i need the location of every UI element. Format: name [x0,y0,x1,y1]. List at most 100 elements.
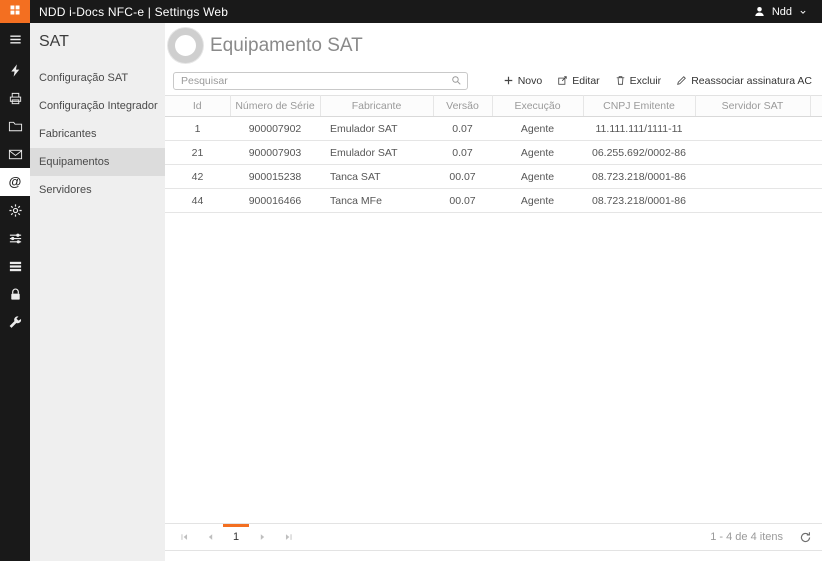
column-header-blank [810,95,822,117]
rail-item-list[interactable] [0,252,30,280]
table-cell: 21 [165,140,230,165]
flash-icon [8,63,23,78]
edit-icon [557,75,568,86]
table-row[interactable]: 44 900016466 Tanca MFe 00.07 Agente 08.723.21… [165,188,822,213]
table-cell: Emulador SAT [320,116,433,141]
search-box [173,71,468,90]
pager: 1 1 - 4 de 4 itens [165,523,822,551]
sidebar-item-fabricantes[interactable]: Fabricantes [30,120,165,148]
table-cell [810,188,822,213]
prev-page-button[interactable] [197,524,223,551]
rail-item-sliders[interactable] [0,224,30,252]
column-header-servidor-sat[interactable]: Servidor SAT [695,95,811,117]
equipment-table: Id Número de Série Fabricante Versão Execuçã… [165,95,822,213]
user-menu[interactable]: Ndd [753,5,822,18]
prev-icon [206,532,215,542]
next-page-button[interactable] [249,524,275,551]
action-label: Novo [517,74,543,87]
plus-icon [503,75,514,86]
table-cell: 11.111.111/1111-11 [583,116,695,141]
table-cell: 900007903 [230,140,320,165]
table-cell: 00.07 [433,164,492,189]
gear-icon [8,203,23,218]
wrench-icon [8,315,23,330]
table-cell: Agente [492,140,583,165]
table-cell: Agente [492,116,583,141]
table-cell [695,188,810,213]
table-cell [695,140,810,165]
printer-icon [8,91,23,106]
table-cell: 900015238 [230,164,320,189]
sidebar-item-configuracao-sat[interactable]: Configuração SAT [30,64,165,92]
action-label: Editar [572,74,600,87]
search-icon [451,75,462,86]
rail-item-wrench[interactable] [0,308,30,336]
refresh-icon [799,531,812,544]
table-row[interactable]: 21 900007903 Emulador SAT 0.07 Agente 06.255.… [165,140,822,165]
seek-last-icon [284,532,293,542]
rail-item-flash[interactable] [0,56,30,84]
table-cell: 0.07 [433,116,492,141]
first-page-button[interactable] [171,524,197,551]
table-cell [695,164,810,189]
page-logo-icon [168,28,203,63]
folder-icon [8,119,23,134]
column-header-execucao[interactable]: Execução [492,95,584,117]
sidebar: SAT Configuração SAT Configuração Integra… [30,23,165,561]
envelope-icon [8,147,23,162]
rail-item-at[interactable]: @ [0,168,30,196]
column-header-fabricante[interactable]: Fabricante [320,95,434,117]
chevron-down-icon [798,7,808,17]
rail-item-menu[interactable] [0,23,30,56]
rail-item-lock[interactable] [0,280,30,308]
rail-item-printer[interactable] [0,84,30,112]
table-cell: Tanca SAT [320,164,433,189]
rail-item-envelope[interactable] [0,140,30,168]
table-header-row: Id Número de Série Fabricante Versão Execuçã… [165,95,822,117]
page-header: Equipamento SAT [165,23,822,65]
user-name: Ndd [771,5,792,18]
search-input[interactable] [173,72,468,90]
table-cell: Tanca MFe [320,188,433,213]
table-cell [810,140,822,165]
apps-grid-button[interactable] [0,0,30,23]
column-header-versao[interactable]: Versão [433,95,493,117]
table-row[interactable]: 1 900007902 Emulador SAT 0.07 Agente 11.111.1… [165,116,822,141]
user-icon [753,5,766,18]
excluir-button[interactable]: Excluir [615,75,661,87]
app-title: NDD i-Docs NFC-e | Settings Web [39,4,229,19]
table-row[interactable]: 42 900015238 Tanca SAT 00.07 Agente 08.723.21… [165,164,822,189]
table-cell: 44 [165,188,230,213]
column-header-id[interactable]: Id [165,95,231,117]
refresh-button[interactable] [799,531,812,544]
table-cell: Agente [492,188,583,213]
main-content: Equipamento SAT Novo Editar Excluir Reassoc… [165,23,822,561]
reassociar-assinatura-ac-button[interactable]: Reassociar assinatura AC [676,75,812,87]
column-header-numero-de-serie[interactable]: Número de Série [230,95,321,117]
sidebar-item-servidores[interactable]: Servidores [30,176,165,204]
table-cell: 00.07 [433,188,492,213]
table-cell: 900007902 [230,116,320,141]
current-page-button[interactable]: 1 [223,524,249,551]
table-cell: Agente [492,164,583,189]
list-icon [8,259,23,274]
table-cell: Emulador SAT [320,140,433,165]
table-cell: 1 [165,116,230,141]
rail-item-folder[interactable] [0,112,30,140]
at-icon: @ [8,174,22,189]
sidebar-item-equipamentos[interactable]: Equipamentos [30,148,165,176]
table-cell: 08.723.218/0001-86 [583,164,695,189]
sidebar-item-configuracao-integrador[interactable]: Configuração Integrador [30,92,165,120]
editar-button[interactable]: Editar [557,74,600,87]
sidebar-title: SAT [39,33,69,50]
next-icon [258,532,267,542]
rail-item-gear[interactable] [0,196,30,224]
trash-icon [615,75,626,86]
icon-rail: @ [0,23,30,561]
last-page-button[interactable] [275,524,301,551]
column-header-cnpj-emitente[interactable]: CNPJ Emitente [583,95,696,117]
novo-button[interactable]: Novo [503,74,543,87]
table-cell: 42 [165,164,230,189]
seek-first-icon [180,532,189,542]
